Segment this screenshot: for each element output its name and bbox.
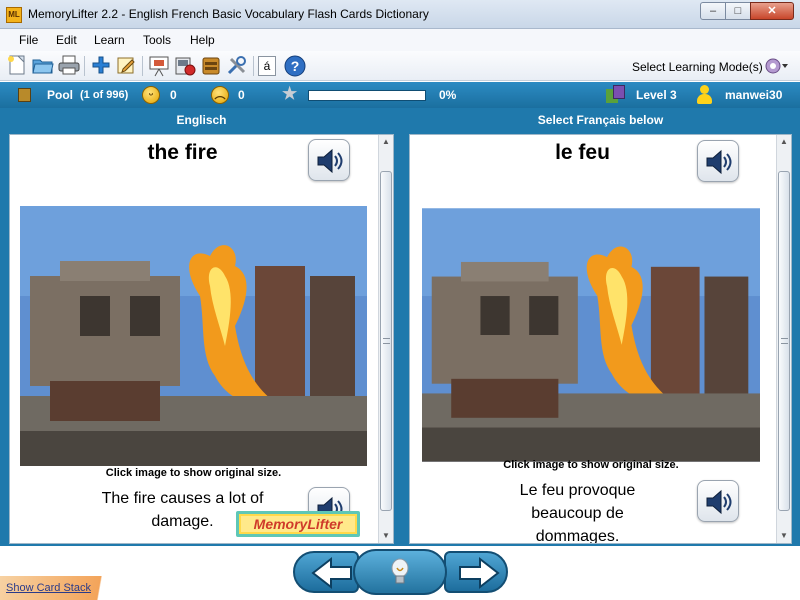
left-arrow-icon — [311, 556, 352, 590]
right-arrow-icon — [459, 556, 500, 590]
menu-edit[interactable]: Edit — [56, 33, 77, 47]
menu-learn[interactable]: Learn — [94, 33, 125, 47]
edit-card-icon[interactable] — [115, 55, 137, 77]
learning-mode-label[interactable]: Select Learning Mode(s) — [632, 60, 763, 74]
character-map-icon[interactable]: á — [258, 56, 276, 76]
pool-label: Pool — [47, 88, 73, 102]
show-card-stack-label[interactable]: Show Card Stack — [6, 582, 91, 594]
pool-icon — [18, 88, 31, 102]
answer-word: le feu — [555, 141, 610, 164]
user-name: manwei30 — [725, 88, 783, 102]
scroll-down-arrow-icon[interactable]: ▼ — [381, 531, 391, 541]
wrong-count: 0 — [238, 88, 245, 102]
tools-icon[interactable] — [226, 55, 248, 77]
answer-card: le feu Click image to show original size… — [409, 134, 792, 544]
lightbulb-icon — [391, 558, 409, 584]
happy-face-icon: ᵕ — [142, 86, 160, 104]
learning-mode-gear-icon[interactable] — [762, 54, 788, 78]
speaker-icon — [317, 148, 343, 174]
answer-scrollbar[interactable]: ▲ ▼ — [776, 135, 791, 543]
memorylifter-watermark: MemoryLifter — [236, 511, 360, 537]
card-area: Englisch Select Français below the fire — [0, 108, 800, 546]
show-card-stack-link[interactable]: Show Card Stack — [0, 576, 122, 600]
presentation-icon[interactable] — [148, 55, 170, 77]
menu-file[interactable]: File — [19, 33, 38, 47]
sad-face-icon: ︵ — [211, 86, 229, 104]
hint-button[interactable] — [353, 549, 447, 595]
card-stack-icon[interactable] — [200, 55, 222, 77]
new-file-icon[interactable] — [6, 55, 28, 77]
level-label: Level 3 — [636, 88, 677, 102]
question-scrollbar[interactable]: ▲ ▼ — [378, 135, 393, 543]
open-folder-icon[interactable] — [32, 55, 54, 77]
maximize-button[interactable]: □ — [725, 2, 751, 20]
question-header: Englisch — [176, 113, 227, 127]
svg-text:?: ? — [291, 58, 300, 74]
answer-sentence-audio-button[interactable] — [697, 480, 739, 522]
close-button[interactable]: ✕ — [750, 2, 794, 20]
toolbar-separator — [253, 56, 254, 76]
print-icon[interactable] — [58, 55, 80, 77]
progress-bar — [308, 90, 426, 101]
minimize-button[interactable]: – — [700, 2, 726, 20]
pool-count: (1 of 996) — [80, 89, 129, 101]
status-bar: Pool (1 of 996) ᵕ 0 ︵ 0 ★ 0% Level 3 man… — [0, 82, 800, 108]
star-icon: ★ — [282, 84, 298, 103]
menu-tools[interactable]: Tools — [143, 33, 171, 47]
question-word-audio-button[interactable] — [308, 139, 350, 181]
speaker-icon — [706, 489, 732, 515]
help-icon[interactable]: ? — [284, 55, 306, 77]
title-bar: ML MemoryLifter 2.2 - English French Bas… — [0, 0, 800, 29]
toolbar-separator — [142, 56, 143, 76]
menu-bar: File Edit Learn Tools Help — [0, 29, 800, 51]
answer-header: Select Français below — [537, 113, 664, 127]
question-image[interactable] — [20, 206, 367, 466]
toolbar: á ? Select Learning Mode(s) — [0, 51, 800, 81]
user-icon — [696, 85, 712, 105]
question-card: the fire Click image to show original si… — [9, 134, 394, 544]
toolbar-separator — [84, 56, 85, 76]
scroll-thumb[interactable] — [778, 171, 790, 511]
correct-count: 0 — [170, 88, 177, 102]
answer-image[interactable] — [422, 205, 760, 465]
scroll-up-arrow-icon[interactable]: ▲ — [779, 137, 789, 147]
answer-word-audio-button[interactable] — [697, 140, 739, 182]
menu-help[interactable]: Help — [190, 33, 215, 47]
next-card-button[interactable] — [444, 551, 508, 593]
window-title: MemoryLifter 2.2 - English French Basic … — [28, 7, 429, 21]
scroll-up-arrow-icon[interactable]: ▲ — [381, 137, 391, 147]
scroll-down-arrow-icon[interactable]: ▼ — [779, 531, 789, 541]
answer-image-caption: Click image to show original size. — [503, 459, 679, 471]
level-icon — [606, 85, 626, 104]
previous-card-button[interactable] — [293, 551, 359, 593]
question-image-caption: Click image to show original size. — [105, 467, 282, 479]
add-card-icon[interactable] — [90, 55, 112, 77]
app-logo-icon: ML — [6, 7, 22, 23]
speaker-icon — [706, 149, 732, 175]
progress-text: 0% — [439, 88, 457, 102]
slideshow-icon[interactable] — [174, 55, 196, 77]
scroll-thumb[interactable] — [380, 171, 392, 511]
answer-sentence: Le feu provoque beaucoup de dommages. — [519, 482, 636, 544]
question-word: the fire — [147, 141, 218, 164]
